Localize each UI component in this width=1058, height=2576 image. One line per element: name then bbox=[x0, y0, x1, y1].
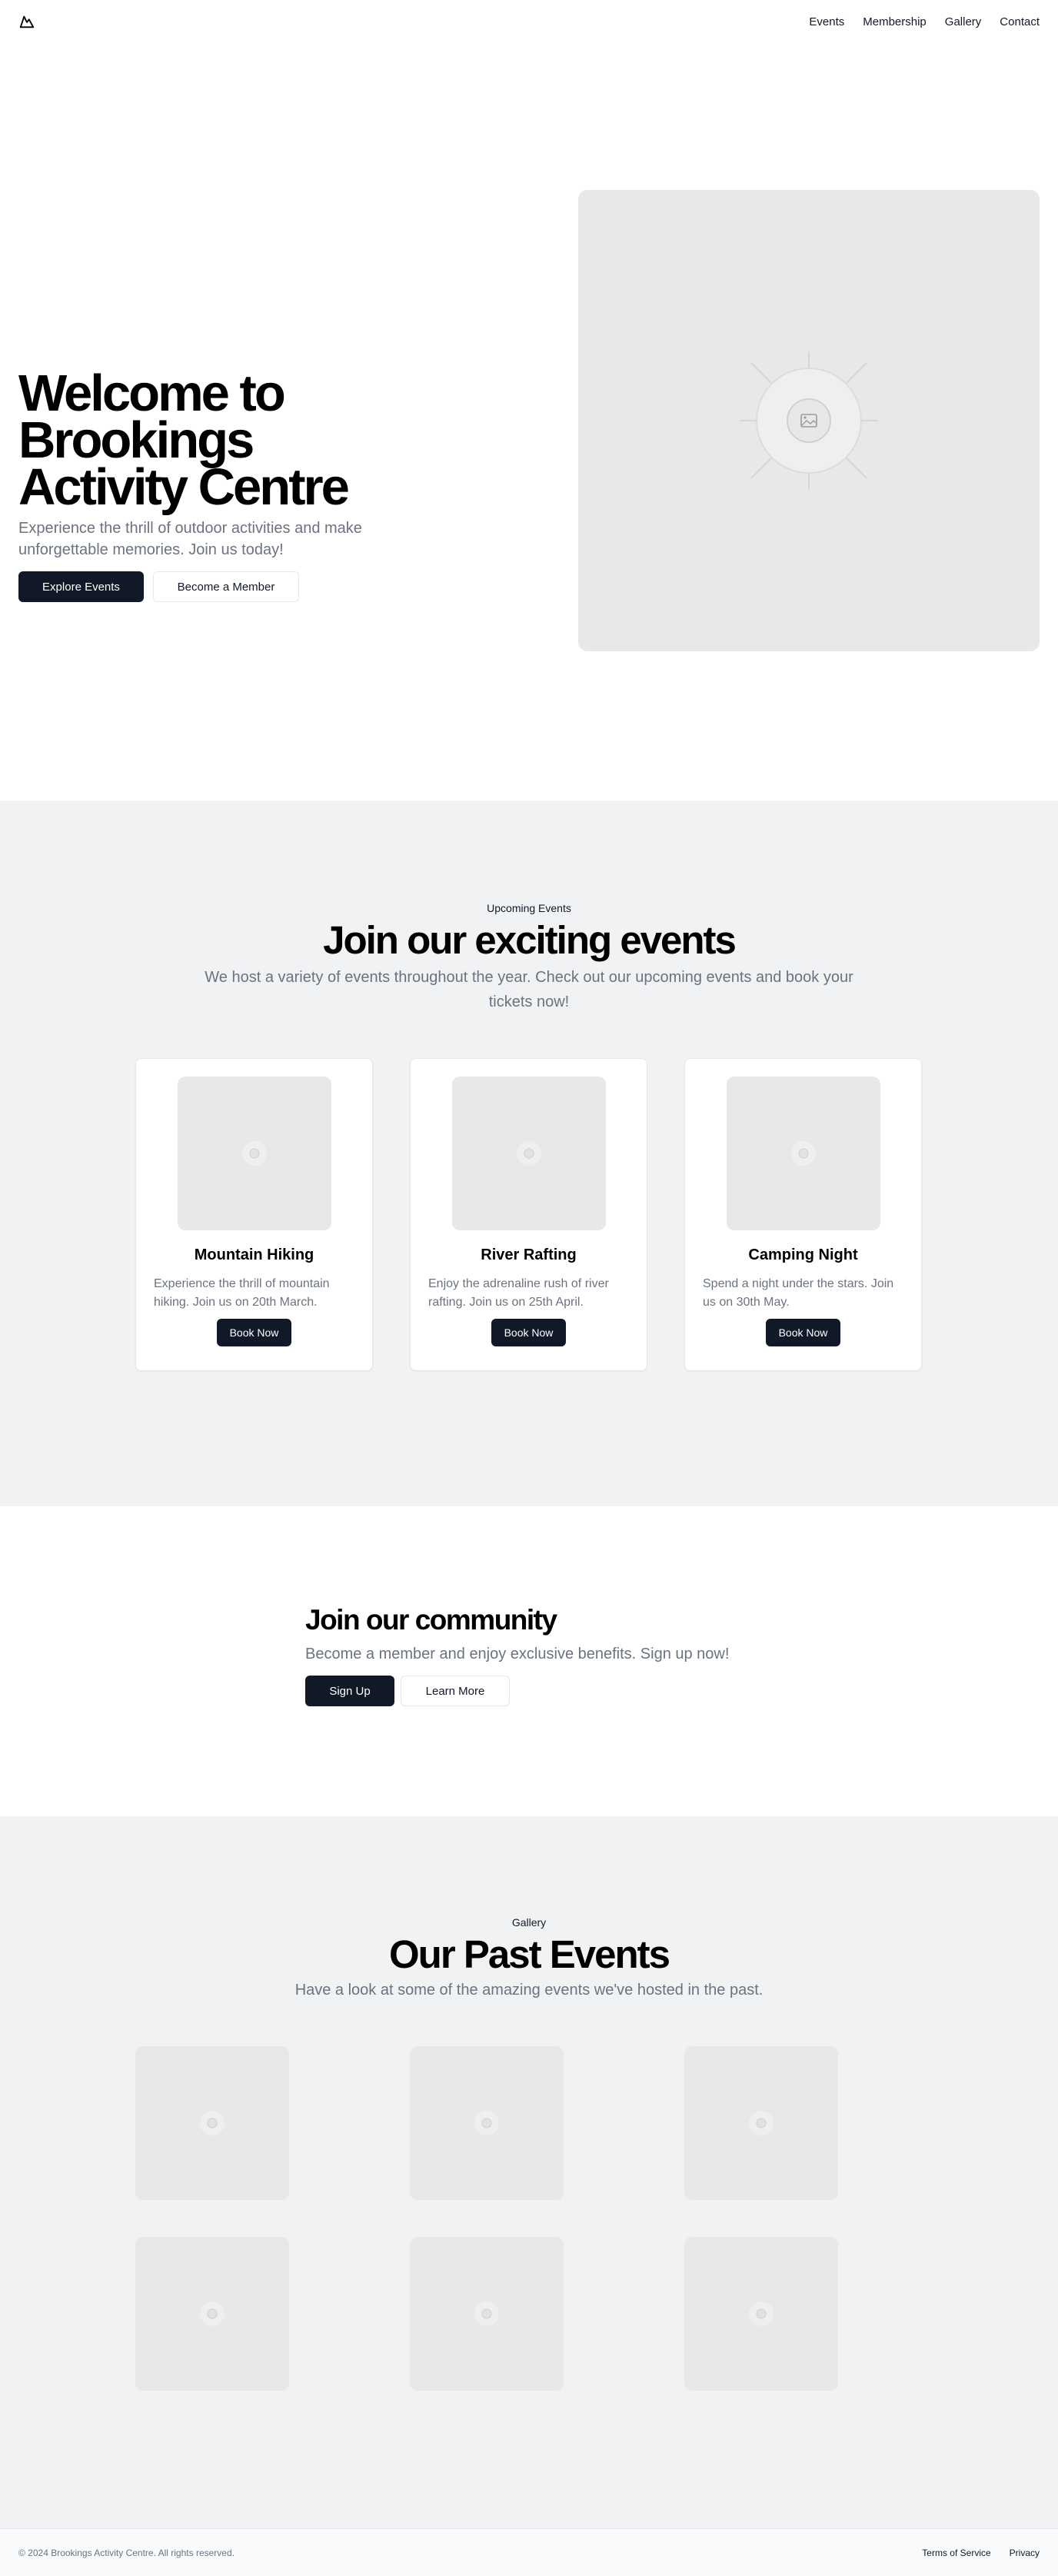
event-card: Mountain Hiking Experience the thrill of… bbox=[135, 1058, 373, 1371]
gallery-image[interactable] bbox=[410, 2237, 564, 2391]
site-header: Events Membership Gallery Contact bbox=[0, 0, 1058, 43]
image-placeholder-icon bbox=[516, 1141, 541, 1166]
image-placeholder-icon bbox=[241, 1141, 267, 1166]
events-subtitle: We host a variety of events throughout t… bbox=[205, 969, 853, 1010]
hero-title: Welcome to Brookings Activity Centre bbox=[18, 368, 526, 513]
gallery-eyebrow: Gallery bbox=[511, 1916, 547, 1929]
footer-links: Terms of Service Privacy bbox=[922, 2548, 1040, 2558]
learn-more-button[interactable]: Learn More bbox=[401, 1676, 510, 1706]
event-cards: Mountain Hiking Experience the thrill of… bbox=[135, 1058, 922, 1371]
event-title: Camping Night bbox=[748, 1246, 858, 1263]
event-title: River Rafting bbox=[481, 1246, 577, 1263]
event-description: Spend a night under the stars. Join us o… bbox=[703, 1277, 894, 1309]
event-image bbox=[451, 1077, 606, 1230]
book-now-button[interactable]: Book Now bbox=[491, 1319, 567, 1346]
nav-link-gallery[interactable]: Gallery bbox=[945, 15, 982, 28]
gallery-image[interactable] bbox=[410, 2046, 564, 2200]
hero-buttons: Explore Events Become a Member bbox=[18, 571, 526, 602]
hero-text: Welcome to Brookings Activity Centre Exp… bbox=[18, 368, 526, 602]
gallery-title: Our Past Events bbox=[389, 1932, 670, 1976]
terms-of-service-link[interactable]: Terms of Service bbox=[922, 2548, 990, 2558]
image-placeholder-icon bbox=[474, 2111, 499, 2135]
book-now-button[interactable]: Book Now bbox=[216, 1319, 292, 1346]
events-title: Join our exciting events bbox=[323, 918, 737, 962]
nav-link-events[interactable]: Events bbox=[809, 15, 844, 28]
community-section: Join our community Become a member and e… bbox=[0, 1506, 1058, 1816]
gallery-image[interactable] bbox=[684, 2046, 838, 2200]
community-title: Join our community bbox=[305, 1604, 557, 1636]
gallery-section: Gallery Our Past Events Have a look at s… bbox=[0, 1816, 1058, 2528]
events-section: Upcoming Events Join our exciting events… bbox=[0, 800, 1058, 1506]
hero-title-line1: Welcome to Brookings bbox=[18, 364, 286, 469]
gallery-image[interactable] bbox=[684, 2237, 838, 2391]
nav-link-membership[interactable]: Membership bbox=[863, 15, 927, 28]
event-description: Experience the thrill of mountain hiking… bbox=[154, 1277, 330, 1309]
community-content: Join our community Become a member and e… bbox=[305, 1603, 729, 1706]
community-buttons: Sign Up Learn More bbox=[305, 1676, 729, 1706]
site-footer: © 2024 Brookings Activity Centre. All ri… bbox=[0, 2528, 1058, 2576]
image-placeholder-icon bbox=[749, 2111, 774, 2135]
event-card: Camping Night Spend a night under the st… bbox=[684, 1058, 922, 1371]
image-placeholder-icon bbox=[200, 2111, 225, 2135]
hero-title-line2: Activity Centre bbox=[18, 458, 350, 516]
hero-section: Welcome to Brookings Activity Centre Exp… bbox=[0, 43, 1058, 800]
logo-link[interactable] bbox=[18, 13, 35, 30]
nav-link-contact[interactable]: Contact bbox=[1000, 15, 1040, 28]
gallery-grid bbox=[135, 2046, 838, 2391]
events-eyebrow: Upcoming Events bbox=[487, 902, 571, 914]
hero-subtitle: Experience the thrill of outdoor activit… bbox=[18, 520, 362, 558]
gallery-subtitle: Have a look at some of the amazing event… bbox=[294, 1982, 764, 1999]
image-placeholder-icon bbox=[200, 2301, 225, 2326]
event-card: River Rafting Enjoy the adrenaline rush … bbox=[410, 1058, 647, 1371]
become-member-button[interactable]: Become a Member bbox=[153, 571, 299, 602]
mountain-icon bbox=[19, 15, 35, 28]
gallery-image[interactable] bbox=[135, 2237, 289, 2391]
event-title: Mountain Hiking bbox=[194, 1246, 314, 1263]
event-description: Enjoy the adrenaline rush of river rafti… bbox=[428, 1277, 609, 1309]
image-placeholder-icon bbox=[749, 2301, 774, 2326]
sign-up-button[interactable]: Sign Up bbox=[305, 1676, 394, 1706]
image-placeholder-icon bbox=[474, 2301, 499, 2326]
gallery-image[interactable] bbox=[135, 2046, 289, 2200]
community-subtitle: Become a member and enjoy exclusive bene… bbox=[305, 1646, 730, 1662]
main-nav: Events Membership Gallery Contact bbox=[809, 15, 1040, 28]
explore-events-button[interactable]: Explore Events bbox=[18, 571, 144, 602]
image-placeholder-icon bbox=[790, 1141, 816, 1166]
image-placeholder-icon bbox=[740, 351, 878, 490]
book-now-button[interactable]: Book Now bbox=[765, 1319, 841, 1346]
event-image bbox=[177, 1077, 331, 1230]
event-image bbox=[726, 1077, 880, 1230]
copyright-text: © 2024 Brookings Activity Centre. All ri… bbox=[18, 2547, 235, 2558]
privacy-link[interactable]: Privacy bbox=[1010, 2548, 1040, 2558]
hero-image bbox=[578, 190, 1040, 651]
